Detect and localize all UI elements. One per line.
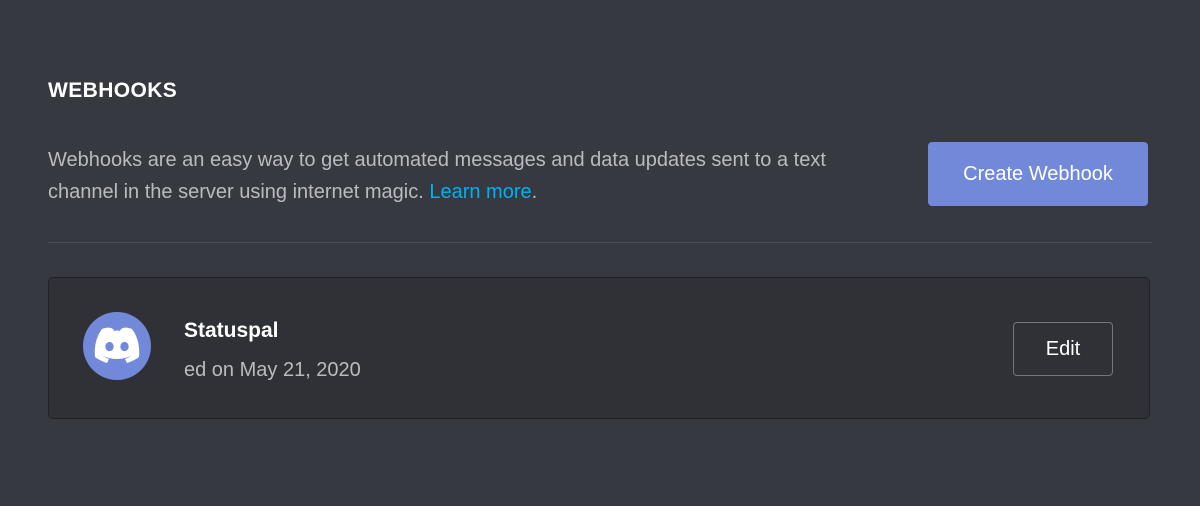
edit-webhook-button[interactable]: Edit — [1013, 322, 1113, 376]
webhooks-description: Webhooks are an easy way to get automate… — [48, 144, 888, 208]
webhook-created-date: ed on May 21, 2020 — [184, 359, 361, 381]
webhook-list-item[interactable]: Statuspal ed on May 21, 2020 Edit — [48, 277, 1150, 419]
webhooks-settings-page: WEBHOOKS Webhooks are an easy way to get… — [0, 0, 1200, 506]
learn-more-link[interactable]: Learn more — [429, 181, 531, 203]
section-title: WEBHOOKS — [48, 79, 178, 102]
create-webhook-button[interactable]: Create Webhook — [928, 142, 1148, 206]
discord-logo-icon — [83, 312, 151, 380]
webhook-name: Statuspal — [184, 319, 279, 342]
section-divider — [48, 242, 1152, 243]
description-period: . — [531, 181, 538, 203]
